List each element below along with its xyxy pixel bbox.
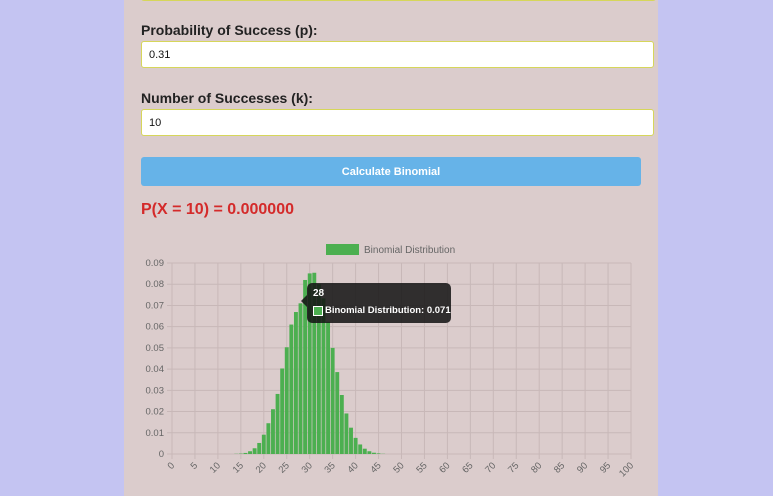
bar[interactable] xyxy=(243,452,248,454)
x-tick-label: 20 xyxy=(254,460,269,475)
bar[interactable] xyxy=(367,451,372,454)
bar[interactable] xyxy=(372,452,376,454)
bar[interactable] xyxy=(289,324,294,454)
x-tick-label: 10 xyxy=(208,460,223,475)
bar[interactable] xyxy=(344,413,349,454)
bar[interactable] xyxy=(298,303,303,454)
x-tick-label: 45 xyxy=(368,460,383,475)
x-tick-label: 60 xyxy=(437,460,452,475)
bar[interactable] xyxy=(376,453,381,454)
result-text: P(X = 10) = 0.000000 xyxy=(141,201,294,218)
y-tick-label: 0.02 xyxy=(146,407,165,418)
y-tick-label: 0.07 xyxy=(146,300,165,311)
y-tick-label: 0.08 xyxy=(146,279,165,290)
chart-legend[interactable]: Binomial Distribution xyxy=(326,244,455,256)
x-tick-label: 80 xyxy=(529,460,544,475)
bar[interactable] xyxy=(358,444,363,454)
tooltip-body: Binomial Distribution: 0.071 xyxy=(325,305,451,316)
x-tick-label: 65 xyxy=(460,460,475,475)
bar[interactable] xyxy=(362,448,367,454)
x-tick-label: 0 xyxy=(166,460,178,472)
x-tick-label: 100 xyxy=(617,460,636,479)
bar[interactable] xyxy=(275,393,280,454)
x-tick-label: 35 xyxy=(323,460,338,475)
x-axis-ticks: 0 5 10 15 20 25 30 35 40 45 50 55 60 65 70 75 80 85 90 95 10… xyxy=(166,460,637,479)
legend-swatch xyxy=(326,244,359,255)
successes-input[interactable] xyxy=(141,109,654,136)
bar[interactable] xyxy=(330,347,335,454)
x-tick-label: 95 xyxy=(598,460,613,475)
bar[interactable] xyxy=(266,423,271,454)
bar[interactable] xyxy=(339,395,344,454)
bar[interactable] xyxy=(326,321,331,454)
bar[interactable] xyxy=(261,434,266,454)
y-tick-label: 0.09 xyxy=(146,258,165,269)
legend-label: Binomial Distribution xyxy=(364,245,455,256)
x-tick-label: 75 xyxy=(506,460,521,475)
bar[interactable] xyxy=(293,312,298,454)
bar[interactable] xyxy=(349,427,353,454)
y-tick-label: 0 xyxy=(159,449,164,460)
bar[interactable] xyxy=(284,347,289,454)
tooltip-title: 28 xyxy=(313,288,325,299)
y-tick-label: 0.05 xyxy=(146,343,165,354)
binomial-chart: 00.010.020.030.040.050.060.070.080.09 05… xyxy=(146,244,637,479)
probability-label: Probability of Success (p): xyxy=(141,22,318,38)
x-tick-label: 90 xyxy=(575,460,590,475)
bar[interactable] xyxy=(271,409,275,454)
chart-tooltip: 28 Binomial Distribution: 0.071 xyxy=(301,283,451,323)
calculate-button[interactable]: Calculate Binomial xyxy=(141,157,641,186)
y-tick-label: 0.04 xyxy=(146,364,165,375)
y-tick-label: 0.03 xyxy=(146,385,165,396)
bar[interactable] xyxy=(257,442,262,454)
x-tick-label: 15 xyxy=(231,460,246,475)
x-tick-label: 55 xyxy=(414,460,429,475)
y-axis-ticks: 0 0.01 0.02 0.03 0.04 0.05 0.06 0.07 0.08 0.09 xyxy=(146,258,165,460)
successes-label: Number of Successes (k): xyxy=(141,90,313,106)
tooltip-swatch xyxy=(313,306,323,316)
y-tick-label: 0.01 xyxy=(146,428,165,439)
x-tick-label: 40 xyxy=(345,460,360,475)
x-tick-label: 50 xyxy=(391,460,406,475)
x-tick-label: 85 xyxy=(552,460,567,475)
previous-input-field[interactable] xyxy=(141,0,656,1)
bar[interactable] xyxy=(252,448,257,454)
x-tick-label: 25 xyxy=(277,460,292,475)
bar[interactable] xyxy=(335,372,340,454)
bar[interactable] xyxy=(353,437,358,454)
x-tick-label: 70 xyxy=(483,460,498,475)
x-tick-label: 5 xyxy=(189,460,201,472)
bar[interactable] xyxy=(280,368,285,454)
x-tick-label: 30 xyxy=(300,460,315,475)
bar[interactable] xyxy=(248,451,252,454)
probability-input[interactable] xyxy=(141,41,654,68)
y-tick-label: 0.06 xyxy=(146,322,165,333)
